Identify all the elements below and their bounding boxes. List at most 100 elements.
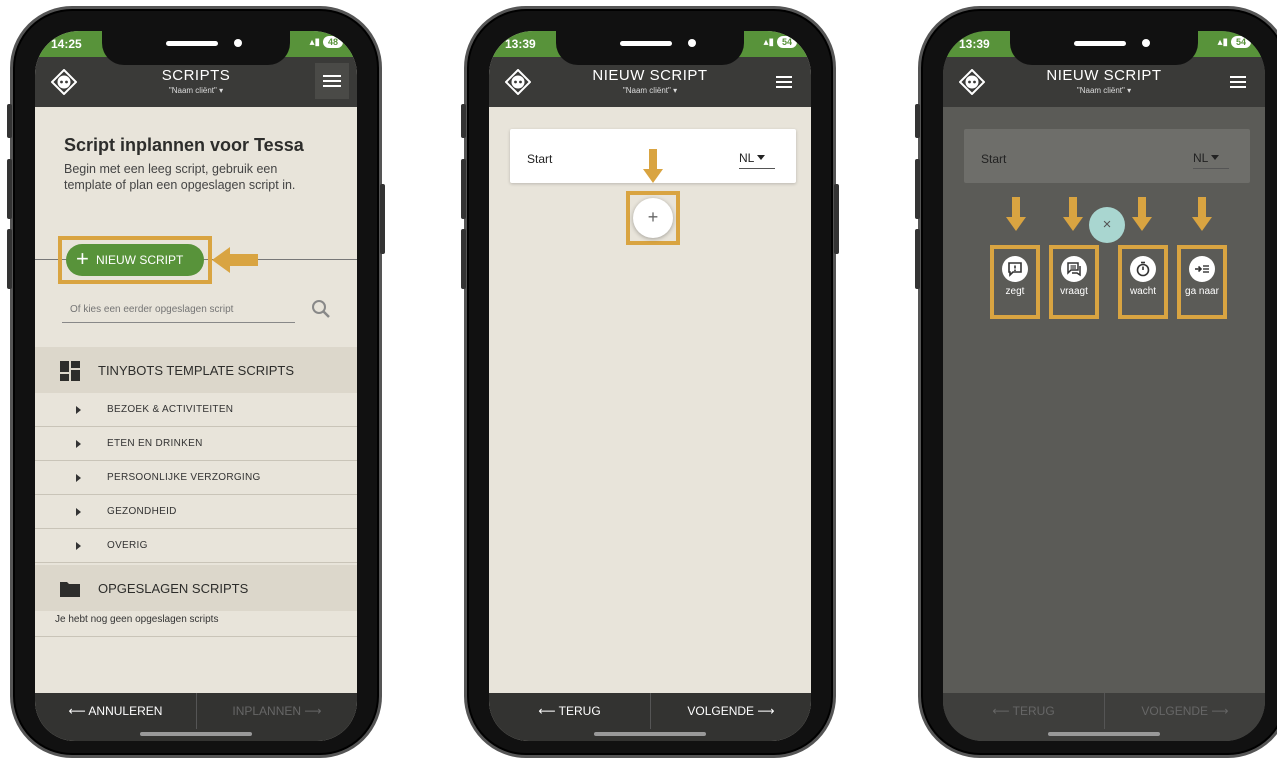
- status-icons: ▴▮ 54: [763, 36, 797, 48]
- list-item-label: BEZOEK & ACTIVITEITEN: [107, 404, 234, 415]
- battery-badge: 54: [1230, 36, 1251, 48]
- new-script-label: NIEUW SCRIPT: [96, 253, 184, 267]
- screen: 14:25 ▴▮ 48 SCRIPTS "Naam cliënt" ▾ Scrip…: [35, 31, 357, 741]
- client-selector[interactable]: "Naam cliënt" ▾: [943, 86, 1265, 95]
- action-wait[interactable]: wacht: [1123, 256, 1163, 297]
- close-actions-button[interactable]: ×: [1089, 207, 1125, 243]
- pointer-arrow-down-icon: [643, 149, 663, 185]
- battery-badge: 48: [322, 36, 343, 48]
- volume-button: [461, 229, 466, 289]
- schedule-button[interactable]: INPLANNEN ⟶: [196, 693, 357, 729]
- action-label: zegt: [1005, 286, 1025, 297]
- list-item-label: ETEN EN DRINKEN: [107, 438, 203, 449]
- pointer-arrow-left-icon: [212, 247, 258, 273]
- next-button[interactable]: VOLGENDE ⟶: [650, 693, 811, 729]
- new-script-button[interactable]: + NIEUW SCRIPT: [66, 244, 204, 276]
- start-label: Start: [527, 152, 553, 166]
- list-item[interactable]: OVERIG: [35, 529, 357, 563]
- volume-button: [461, 159, 466, 219]
- status-icons: ▴▮ 48: [309, 36, 343, 48]
- back-button[interactable]: ⟵ TERUG: [489, 693, 650, 729]
- cancel-button[interactable]: ⟵ ANNULEREN: [35, 693, 196, 729]
- hamburger-menu-button[interactable]: [1227, 71, 1249, 93]
- chat-question-icon: [1061, 256, 1087, 282]
- volume-button: [7, 104, 12, 138]
- search-icon[interactable]: [311, 299, 331, 319]
- next-button[interactable]: VOLGENDE ⟶: [1104, 693, 1265, 729]
- stopwatch-icon: [1130, 256, 1156, 282]
- list-item-label: PERSOONLIJKE VERZORGING: [107, 472, 261, 483]
- language-select[interactable]: NL: [739, 151, 775, 169]
- start-label: Start: [981, 152, 1007, 166]
- home-indicator: [1048, 732, 1160, 736]
- screen: 13:39 ▴▮ 54 NIEUW SCRIPT "Naam cliënt" ▾ …: [489, 31, 811, 741]
- pointer-arrow-down-icon: [1006, 197, 1026, 233]
- hamburger-menu-button[interactable]: [315, 63, 349, 99]
- section-heading: Script inplannen voor Tessa: [64, 135, 304, 155]
- volume-button: [7, 159, 12, 219]
- back-button[interactable]: ⟵ TERUG: [943, 693, 1104, 729]
- list-item[interactable]: PERSOONLIJKE VERZORGING: [35, 461, 357, 495]
- notch: [102, 31, 290, 65]
- saved-section-title: OPGESLAGEN SCRIPTS: [98, 580, 249, 596]
- home-indicator: [140, 732, 252, 736]
- client-name: "Naam cliënt": [168, 86, 217, 95]
- action-label: ga naar: [1185, 286, 1219, 297]
- page-title: NIEUW SCRIPT: [1046, 67, 1162, 84]
- bottom-bar: ⟵ TERUG VOLGENDE ⟶: [943, 693, 1265, 741]
- search-input[interactable]: [62, 297, 295, 323]
- pointer-arrow-down-icon: [1132, 197, 1152, 233]
- language-select[interactable]: NL: [1193, 151, 1229, 169]
- intro-text: Begin met een leeg script, gebruik een t…: [64, 162, 296, 192]
- action-label: wacht: [1129, 286, 1157, 297]
- action-say[interactable]: zegt: [995, 256, 1035, 297]
- caret-right-icon: [76, 542, 81, 550]
- caret-right-icon: [76, 440, 81, 448]
- hamburger-menu-button[interactable]: [773, 71, 795, 93]
- home-indicator: [594, 732, 706, 736]
- pointer-arrow-down-icon: [1192, 197, 1212, 233]
- caret-right-icon: [76, 406, 81, 414]
- volume-button: [461, 104, 466, 138]
- language-value: NL: [739, 151, 755, 165]
- folder-icon: [60, 582, 80, 597]
- goto-icon: [1189, 256, 1215, 282]
- caret-right-icon: [76, 508, 81, 516]
- saved-section-header: OPGESLAGEN SCRIPTS: [35, 565, 357, 611]
- client-selector[interactable]: "Naam cliënt" ▾: [35, 86, 357, 95]
- action-goto[interactable]: ga naar: [1182, 256, 1222, 297]
- action-ask[interactable]: vraagt: [1054, 256, 1094, 297]
- chevron-down-icon: ▾: [1127, 86, 1132, 95]
- phone-3: 13:39 ▴▮ 54 NIEUW SCRIPT "Naam cliënt" ▾ …: [915, 6, 1277, 758]
- volume-button: [7, 229, 12, 289]
- list-item[interactable]: BEZOEK & ACTIVITEITEN: [35, 393, 357, 427]
- caret-right-icon: [76, 474, 81, 482]
- status-time: 14:25: [51, 37, 82, 51]
- status-time: 13:39: [959, 37, 990, 51]
- list-item-label: GEZONDHEID: [107, 506, 177, 517]
- template-section-title: TINYBOTS TEMPLATE SCRIPTS: [98, 362, 294, 378]
- action-label: vraagt: [1060, 286, 1088, 297]
- client-selector[interactable]: "Naam cliënt" ▾: [489, 86, 811, 95]
- list-item[interactable]: GEZONDHEID: [35, 495, 357, 529]
- caret-down-icon: [1211, 155, 1220, 160]
- list-item[interactable]: ETEN EN DRINKEN: [35, 427, 357, 461]
- pointer-arrow-down-icon: [1063, 197, 1083, 233]
- power-button: [834, 184, 839, 254]
- phone-2: 13:39 ▴▮ 54 NIEUW SCRIPT "Naam cliënt" ▾ …: [461, 6, 839, 758]
- speech-alert-icon: [1002, 256, 1028, 282]
- caret-down-icon: [757, 155, 766, 160]
- notch: [1010, 31, 1198, 65]
- plus-icon: +: [76, 246, 89, 271]
- chevron-down-icon: ▾: [219, 86, 224, 95]
- phone-1: 14:25 ▴▮ 48 SCRIPTS "Naam cliënt" ▾ Scrip…: [7, 6, 385, 758]
- volume-button: [915, 104, 920, 138]
- screen: 13:39 ▴▮ 54 NIEUW SCRIPT "Naam cliënt" ▾ …: [943, 31, 1265, 741]
- status-time: 13:39: [505, 37, 536, 51]
- volume-button: [915, 159, 920, 219]
- template-section-header: TINYBOTS TEMPLATE SCRIPTS: [35, 347, 357, 393]
- language-value: NL: [1193, 151, 1209, 165]
- add-step-button[interactable]: +: [633, 198, 673, 238]
- empty-state-text: Je hebt nog geen opgeslagen scripts: [55, 614, 219, 625]
- status-icons: ▴▮ 54: [1217, 36, 1251, 48]
